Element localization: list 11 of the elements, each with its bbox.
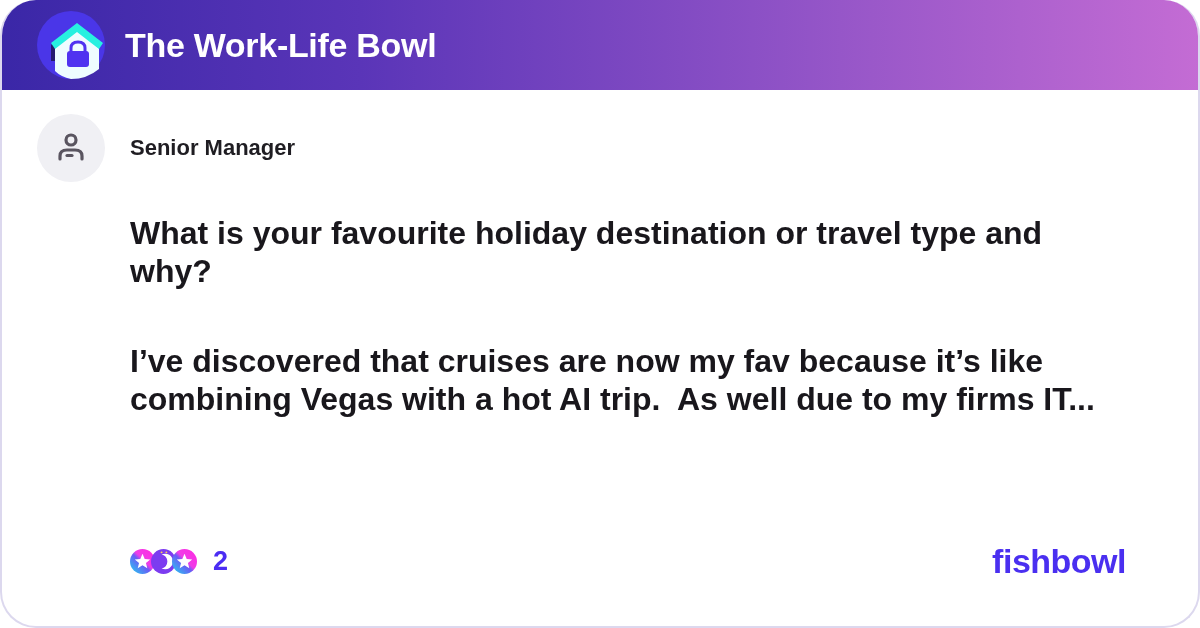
brand-logo: fishbowl bbox=[992, 542, 1126, 581]
crescent-reaction-icon bbox=[151, 549, 176, 574]
star-reaction-icon bbox=[130, 549, 155, 574]
community-name: The Work-Life Bowl bbox=[125, 25, 437, 65]
post-title: What is your favourite holiday destination or travel type and why? bbox=[130, 214, 1044, 290]
reaction-count: 2 bbox=[213, 546, 229, 577]
post-body: I’ve discovered that cruises are now my fav because it’s like combining Vegas with a hot AI trip. As well due to my firms IT... bbox=[130, 342, 1096, 418]
house-lock-logo-icon bbox=[37, 11, 105, 79]
author-name: Senior Manager bbox=[130, 135, 296, 161]
person-avatar-icon bbox=[37, 114, 105, 182]
star-reaction-icon bbox=[172, 549, 197, 574]
